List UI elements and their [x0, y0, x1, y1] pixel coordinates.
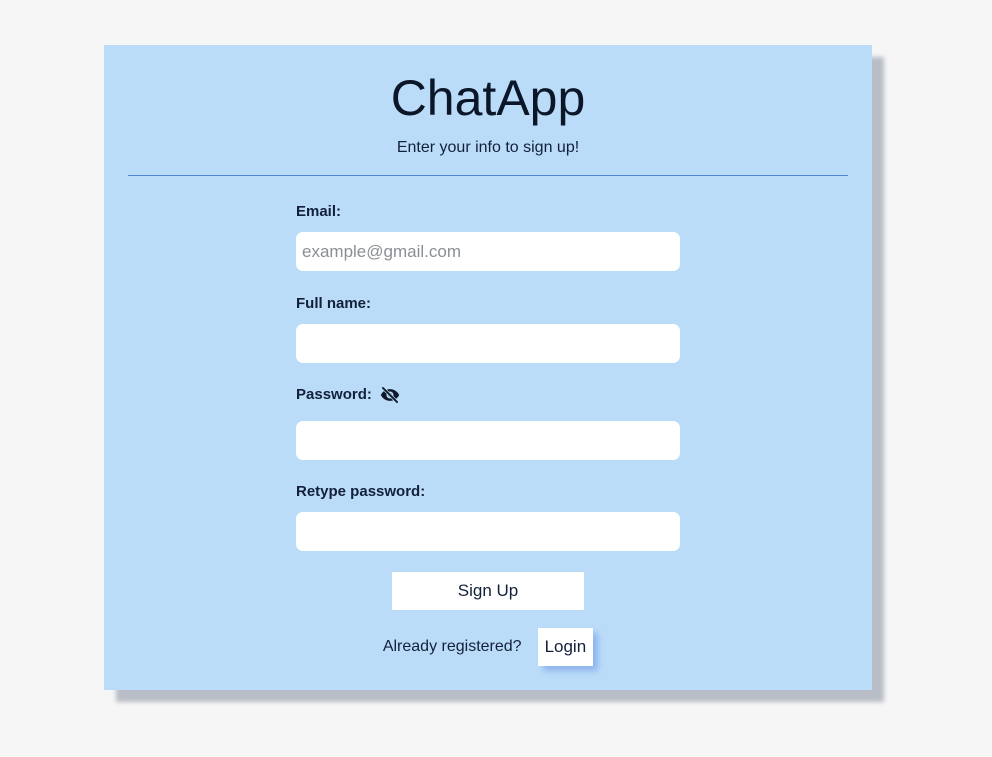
password-label-row: Password: — [296, 385, 400, 405]
signup-subtitle: Enter your info to sign up! — [396, 139, 580, 156]
email-label: Email: — [296, 203, 342, 220]
full-name-field[interactable] — [296, 324, 680, 363]
password-field[interactable] — [296, 421, 680, 460]
retype-password-field[interactable] — [296, 512, 680, 551]
email-field[interactable] — [296, 232, 680, 271]
retype-password-label: Retype password: — [296, 483, 426, 500]
header-divider — [128, 175, 848, 176]
signup-card: ChatApp Enter your info to sign up! Emai… — [104, 45, 872, 690]
login-row: Already registered? Login — [104, 627, 872, 667]
sign-up-button[interactable]: Sign Up — [392, 572, 584, 610]
app-title: ChatApp — [390, 70, 586, 126]
full-name-label: Full name: — [296, 295, 372, 312]
login-button[interactable]: Login — [537, 628, 594, 666]
password-label: Password: — [296, 386, 372, 403]
eye-slash-icon[interactable] — [380, 385, 400, 405]
already-registered-text: Already registered? — [382, 638, 522, 655]
